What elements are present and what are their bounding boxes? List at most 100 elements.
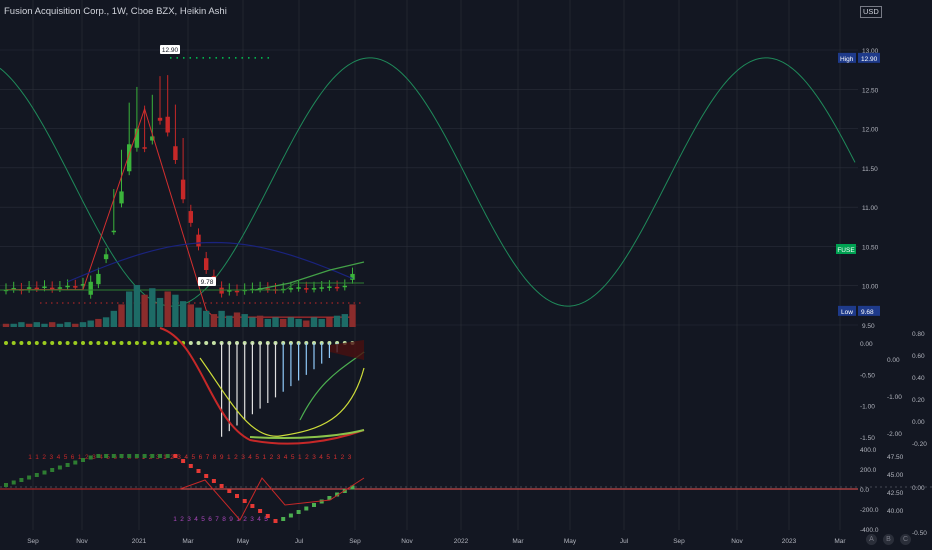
- y-tick-label: 10.50: [862, 244, 879, 251]
- osc1-mid-tick: 0.00: [887, 357, 900, 364]
- osc1-dot: [19, 341, 24, 345]
- count-label-bottom: 8: [222, 516, 226, 523]
- osc2-square: [127, 454, 132, 458]
- y-tick-label: 12.50: [862, 87, 879, 94]
- count-label-top: 8: [213, 454, 217, 461]
- volume-bar: [95, 318, 102, 327]
- volume-bar: [133, 285, 141, 327]
- osc2-square: [81, 458, 85, 462]
- volume-bar: [79, 322, 87, 327]
- osc2-square: [158, 454, 162, 458]
- count-label-bottom: 4: [194, 516, 198, 523]
- chart-svg[interactable]: 12.909.78 112345612345678912312345678912…: [0, 0, 932, 550]
- osc2-square: [42, 470, 47, 475]
- osc2-square: [142, 454, 147, 458]
- high-value-label: 12.90: [861, 56, 878, 63]
- x-tick-label: Jul: [620, 538, 629, 545]
- candle-body: [88, 281, 93, 295]
- osc2-left-tick: -200.0: [860, 507, 879, 514]
- count-label-top: 2: [42, 454, 46, 461]
- osc2-square: [304, 506, 309, 511]
- osc2-square: [19, 478, 24, 482]
- axis-settings-button[interactable]: C: [900, 534, 911, 545]
- osc1-dot: [158, 341, 162, 345]
- count-label-bottom: 2: [180, 516, 184, 523]
- count-label-top: 2: [270, 454, 274, 461]
- x-tick-label: Nov: [731, 538, 743, 545]
- x-tick-label: 2022: [454, 538, 469, 545]
- volume-bar: [210, 314, 218, 327]
- osc1-dot: [34, 341, 39, 345]
- candle-body: [34, 287, 39, 290]
- osc1-green-line: [249, 429, 365, 439]
- count-label-top: 6: [199, 454, 203, 461]
- volume-bar: [87, 320, 94, 327]
- osc1-dot: [11, 341, 16, 345]
- candle-body: [57, 287, 63, 289]
- count-label-top: 1: [262, 454, 266, 461]
- osc2-square: [242, 499, 247, 503]
- osc1-dot: [27, 341, 32, 345]
- osc2-square: [73, 460, 78, 465]
- count-label-top: 5: [255, 454, 259, 461]
- osc1-right-tick: 0.40: [912, 375, 925, 382]
- osc2-square: [181, 459, 186, 463]
- count-label-top: 4: [319, 454, 323, 461]
- osc2-square: [235, 494, 239, 498]
- oscillator-2-pane: 1123456123456789123123456789123451234512…: [0, 454, 932, 523]
- volume-bar: [102, 317, 110, 327]
- volume-pane: [2, 285, 356, 327]
- osc1-mid-tick: -1.00: [887, 394, 902, 401]
- volume-bar: [110, 310, 117, 327]
- volume-bar: [280, 318, 287, 327]
- candle-body: [288, 288, 294, 290]
- high-marker-label: 12.90: [162, 47, 179, 54]
- osc2-square: [219, 484, 224, 488]
- volume-bar: [41, 323, 48, 327]
- osc1-mid-tick: -2.00: [887, 431, 902, 438]
- axis-auto-button[interactable]: A: [866, 534, 877, 545]
- volume-bar: [349, 304, 356, 327]
- osc2-square: [188, 464, 193, 468]
- osc1-dot: [211, 341, 216, 345]
- osc2-square: [250, 504, 255, 508]
- count-label-top: 3: [49, 454, 53, 461]
- volume-bar: [172, 294, 179, 327]
- osc1-dot: [104, 341, 109, 345]
- osc2-square: [196, 469, 201, 473]
- grid: [0, 0, 858, 530]
- count-label-top: 3: [312, 454, 316, 461]
- osc1-right-tick: 0.00: [912, 419, 925, 426]
- osc1-dot: [65, 341, 70, 345]
- count-label-bottom: 3: [250, 516, 254, 523]
- osc2-mid-tick: 45.00: [887, 472, 904, 479]
- osc2-red-line: [0, 477, 365, 521]
- low-badge-label: Low: [841, 309, 853, 316]
- x-tick-label: Sep: [673, 538, 685, 545]
- count-label-top: 4: [284, 454, 288, 461]
- osc2-square: [111, 454, 116, 458]
- axis-log-button[interactable]: B: [883, 534, 894, 545]
- volume-bar: [249, 317, 256, 327]
- osc2-square: [119, 454, 124, 458]
- x-tick-label: Mar: [512, 538, 524, 545]
- low-marker-label: 9.78: [201, 279, 214, 286]
- count-label-top: 2: [341, 454, 345, 461]
- osc2-square: [273, 519, 278, 523]
- osc2-square: [88, 455, 93, 460]
- low-value-label: 9.68: [861, 309, 874, 316]
- osc1-dot: [50, 341, 55, 345]
- osc1-dot: [111, 341, 116, 345]
- osc1-left-tick: -1.50: [860, 435, 875, 442]
- count-label-top: 5: [64, 454, 68, 461]
- volume-bar: [295, 318, 302, 327]
- x-tick-label: May: [237, 538, 250, 545]
- osc2-square: [204, 474, 209, 478]
- x-tick-label: Sep: [27, 538, 39, 545]
- count-label-top: 6: [71, 454, 75, 461]
- candle-body: [204, 258, 209, 270]
- axes: Sep Nov 2021 Mar May Jul Sep Nov 2022 Mar May Jul Se…: [27, 48, 927, 545]
- volume-bar: [287, 317, 295, 327]
- candle-body: [165, 116, 170, 133]
- count-label-top: 5: [326, 454, 330, 461]
